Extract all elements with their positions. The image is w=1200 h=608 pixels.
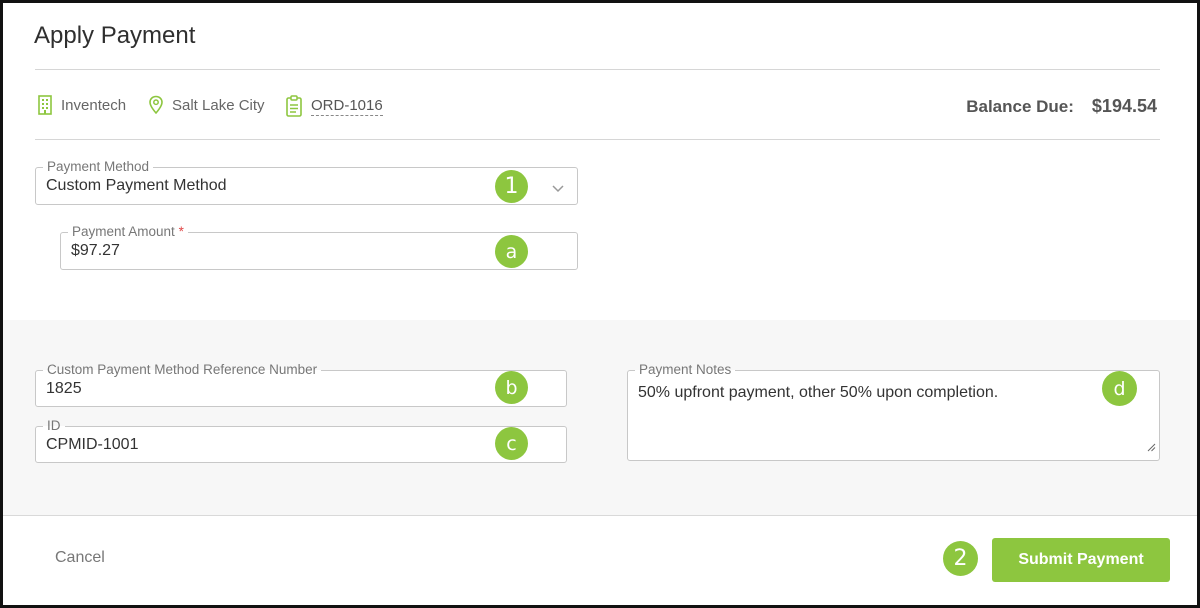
header-divider [35,69,1160,70]
callout-badge-d: d [1102,371,1137,406]
meta-divider [35,139,1160,140]
cancel-button[interactable]: Cancel [55,549,105,567]
payment-notes-label: Payment Notes [635,362,736,378]
callout-badge-1: 1 [495,170,528,203]
callout-badge-a: a [495,235,528,268]
company-name: Inventech [61,96,127,114]
clipboard-icon [285,95,303,117]
id-field[interactable]: ID CPMID-1001 [35,418,567,463]
id-value: CPMID-1001 [46,436,139,453]
order-meta[interactable]: ORD-1016 [285,95,383,117]
footer-divider [3,515,1197,516]
payment-notes-textarea[interactable]: Payment Notes 50% upfront payment, other… [627,362,1160,461]
reference-number-label: Custom Payment Method Reference Number [43,362,322,378]
map-pin-icon [148,95,164,115]
balance-label: Balance Due: [966,97,1074,116]
balance-value: $194.54 [1091,96,1157,116]
company-meta: Inventech [37,95,126,115]
balance-due: Balance Due: $194.54 [966,96,1157,117]
payment-amount-label: Payment Amount * [68,224,188,240]
apply-payment-dialog: Apply Payment Inventech Salt Lake City O… [0,0,1200,608]
resize-handle-icon[interactable] [1147,439,1156,457]
id-label: ID [43,418,65,434]
reference-number-value: 1825 [46,380,82,397]
city-meta: Salt Lake City [148,95,265,115]
chevron-down-icon[interactable] [551,181,565,199]
required-indicator: * [178,224,184,239]
reference-number-field[interactable]: Custom Payment Method Reference Number 1… [35,362,567,407]
payment-method-value: Custom Payment Method [46,177,227,194]
callout-badge-2: 2 [943,541,978,576]
details-section: Custom Payment Method Reference Number 1… [3,320,1197,515]
building-icon [37,95,53,115]
payment-amount-value: $97.27 [71,242,120,259]
payment-notes-value: 50% upfront payment, other 50% upon comp… [638,384,999,401]
dialog-title: Apply Payment [34,22,196,49]
city-name: Salt Lake City [172,96,265,114]
callout-badge-b: b [495,371,528,404]
callout-badge-c: c [495,427,528,460]
order-link[interactable]: ORD-1016 [311,97,383,116]
payment-method-label: Payment Method [43,159,154,175]
submit-payment-button[interactable]: Submit Payment [992,538,1170,582]
